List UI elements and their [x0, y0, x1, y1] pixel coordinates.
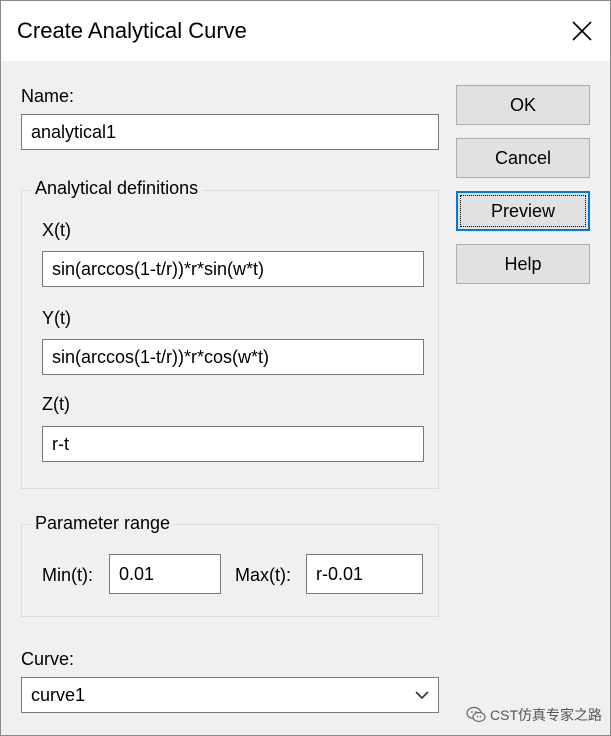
- chevron-down-icon: [415, 691, 429, 700]
- x-label: X(t): [42, 220, 71, 240]
- z-expression-input[interactable]: r-t: [42, 426, 424, 462]
- curve-selected-value: curve1: [31, 684, 86, 705]
- ok-button[interactable]: OK: [456, 85, 590, 125]
- curve-label: Curve:: [21, 649, 75, 669]
- z-label: Z(t): [42, 394, 70, 414]
- close-button[interactable]: [554, 1, 610, 61]
- title-bar: Create Analytical Curve: [1, 1, 610, 61]
- name-label: Name:: [21, 86, 75, 106]
- max-label: Max(t):: [235, 565, 291, 585]
- x-expression-input[interactable]: sin(arccos(1-t/r))*r*sin(w*t): [42, 251, 424, 287]
- cancel-button[interactable]: Cancel: [456, 138, 590, 178]
- analytical-definitions-legend: Analytical definitions: [31, 178, 203, 199]
- dialog-title: Create Analytical Curve: [17, 18, 247, 43]
- watermark-text: CST仿真专家之路: [490, 707, 602, 723]
- close-icon: [572, 21, 592, 41]
- help-button[interactable]: Help: [456, 244, 590, 284]
- min-label: Min(t):: [42, 565, 93, 585]
- min-t-input[interactable]: 0.01: [109, 554, 221, 594]
- name-input[interactable]: analytical1: [21, 114, 439, 150]
- focus-ring: [460, 195, 586, 227]
- y-expression-input[interactable]: sin(arccos(1-t/r))*r*cos(w*t): [42, 339, 424, 375]
- wechat-icon: [466, 706, 486, 723]
- max-t-input[interactable]: r-0.01: [306, 554, 423, 594]
- parameter-range-legend: Parameter range: [31, 513, 175, 534]
- create-analytical-curve-dialog: Create Analytical Curve Name: analytical…: [0, 0, 611, 736]
- watermark: CST仿真专家之路: [466, 705, 602, 725]
- y-label: Y(t): [42, 308, 71, 328]
- curve-select[interactable]: curve1: [21, 677, 439, 713]
- preview-button[interactable]: Preview: [456, 191, 590, 231]
